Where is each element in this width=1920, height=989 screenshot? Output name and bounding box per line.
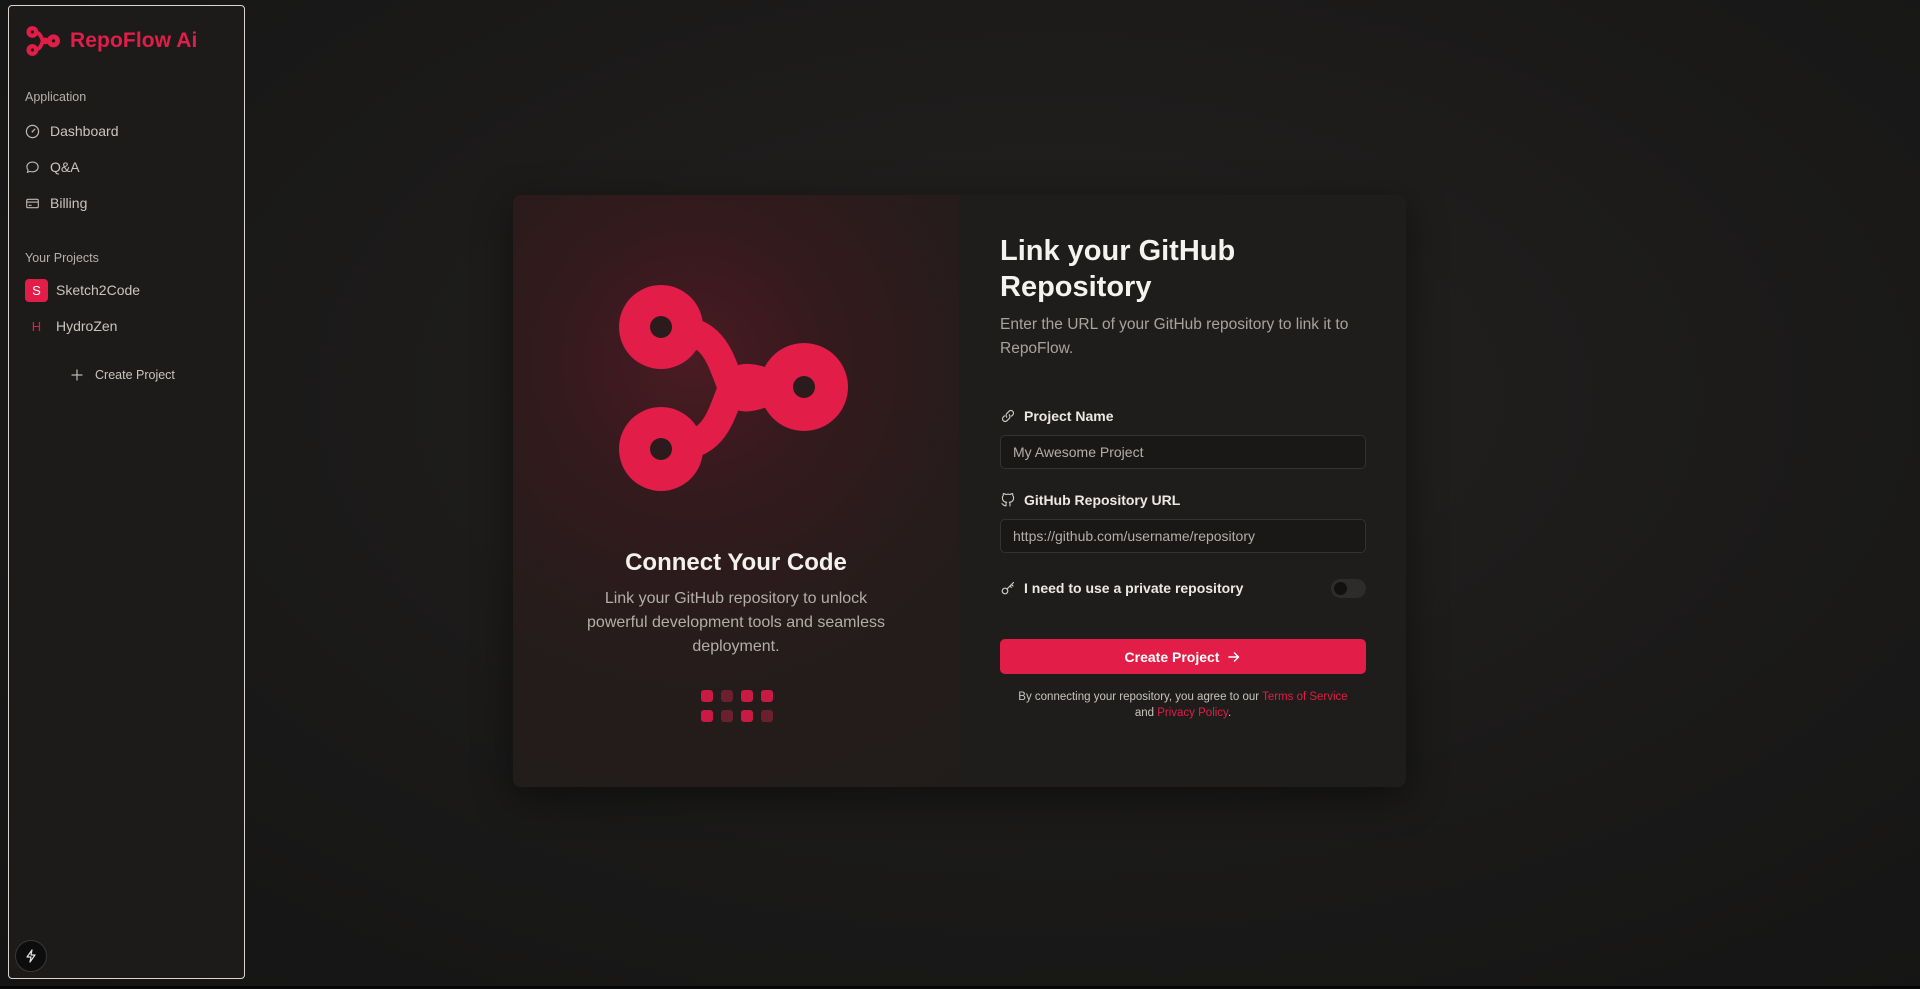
project-name: HydroZen — [56, 318, 118, 334]
project-name-input[interactable] — [1000, 435, 1366, 469]
dot — [701, 710, 713, 722]
dot — [761, 690, 773, 702]
project-name-label-text: Project Name — [1024, 408, 1114, 424]
sidebar-create-project-button[interactable]: Create Project — [71, 368, 175, 382]
form-title: Link your GitHub Repository — [1000, 235, 1236, 303]
bolt-button[interactable] — [15, 940, 47, 972]
link-icon — [1001, 409, 1015, 423]
terms-of-service-link[interactable]: Terms of Service — [1262, 691, 1348, 703]
repo-url-input[interactable] — [1000, 519, 1366, 553]
loading-dots — [701, 690, 773, 722]
brand[interactable]: RepoFlow Ai — [26, 24, 197, 58]
private-repo-toggle[interactable] — [1331, 579, 1366, 598]
sidebar-project-hydrozen[interactable]: H HydroZen — [25, 314, 225, 338]
project-name-label: Project Name — [1000, 408, 1113, 424]
brand-name: RepoFlow Ai — [70, 29, 198, 52]
hero-title: Connect Your Code — [625, 549, 847, 576]
sidebar-item-qa[interactable]: Q&A — [25, 155, 225, 179]
sidebar-item-label: Dashboard — [50, 123, 119, 139]
create-project-button-label: Create Project — [1124, 648, 1220, 665]
hero-description: Link your GitHub repository to unlock po… — [587, 590, 885, 655]
repoflow-hero-logo-icon — [619, 285, 848, 491]
hero-panel: Connect Your Code Link your GitHub repos… — [513, 195, 959, 787]
application-section-label: Application — [25, 90, 87, 104]
private-repo-label: I need to use a private repository — [1000, 580, 1243, 596]
toggle-knob — [1334, 582, 1347, 595]
project-initial-badge: S — [25, 278, 48, 302]
dot — [741, 690, 753, 702]
repo-url-label: GitHub Repository URL — [1000, 492, 1180, 508]
sidebar-project-sketch2code[interactable]: S Sketch2Code — [25, 278, 225, 302]
chat-bubble-icon — [26, 161, 39, 173]
credit-card-icon — [26, 198, 39, 208]
create-project-label: Create Project — [95, 368, 175, 382]
terms-suffix: . — [1227, 707, 1232, 719]
sidebar-item-billing[interactable]: Billing — [25, 191, 225, 215]
form-subtitle: Enter the URL of your GitHub repository … — [1000, 316, 1349, 357]
sidebar-item-dashboard[interactable]: Dashboard — [25, 119, 225, 143]
privacy-policy-link[interactable]: Privacy Policy — [1157, 707, 1228, 719]
arrow-right-icon — [1228, 651, 1240, 662]
create-project-button[interactable]: Create Project — [1000, 639, 1366, 674]
terms-notice: By connecting your repository, you agree… — [1000, 689, 1366, 721]
project-initial-badge: H — [31, 318, 42, 334]
link-repository-card: Connect Your Code Link your GitHub repos… — [513, 195, 1406, 787]
app-root: RepoFlow Ai Application Dashboard Q&A Bi… — [0, 0, 1920, 989]
dot — [721, 690, 733, 702]
sidebar-item-label: Q&A — [50, 159, 80, 175]
sidebar: RepoFlow Ai Application Dashboard Q&A Bi… — [8, 5, 245, 979]
dot — [721, 710, 733, 722]
terms-and: and — [1134, 707, 1158, 719]
private-repo-label-text: I need to use a private repository — [1024, 580, 1244, 596]
dot — [741, 710, 753, 722]
form-panel: Link your GitHub Repository Enter the UR… — [1000, 195, 1370, 787]
repo-url-label-text: GitHub Repository URL — [1024, 492, 1181, 508]
project-name: Sketch2Code — [56, 282, 141, 298]
plus-icon — [71, 369, 83, 381]
dot — [701, 690, 713, 702]
dashboard-gauge-icon — [25, 124, 40, 138]
projects-section-label: Your Projects — [25, 251, 99, 265]
dot — [761, 710, 773, 722]
sidebar-item-label: Billing — [50, 195, 88, 211]
key-icon — [1001, 581, 1015, 595]
repoflow-logo-icon — [26, 26, 60, 56]
terms-prefix: By connecting your repository, you agree… — [1018, 691, 1263, 703]
github-icon — [1001, 493, 1015, 507]
bolt-icon — [26, 949, 36, 963]
